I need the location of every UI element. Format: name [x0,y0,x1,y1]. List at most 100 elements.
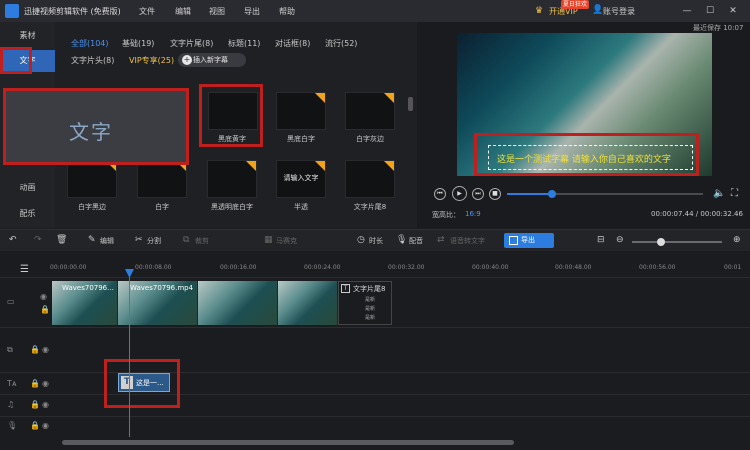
crown-icon: ♛ [535,6,544,16]
vip-corner-icon [315,161,325,171]
speaker-icon[interactable]: ◉ [42,421,49,430]
dub-button[interactable]: 配音 [409,236,423,246]
clip-frame [198,281,278,325]
text-clip-line: 是新 [365,306,376,312]
text-clip-line: 是新 [365,315,376,321]
template-thumb[interactable] [67,160,117,198]
template-thumb[interactable] [345,92,395,130]
lock-icon[interactable]: 🔒 [30,421,40,430]
timeline-scrollbar[interactable] [62,440,514,445]
category-basic[interactable]: 基础(19) [122,38,154,49]
mosaic-icon[interactable]: ▦ [264,235,273,245]
highlight-box [0,47,32,74]
category-vip[interactable]: VIP专享(25) [129,55,174,66]
add-track-icon[interactable]: ☰ [20,264,29,275]
speaker-icon[interactable]: ◉ [42,400,49,409]
ruler-tick: 00:00:16.00 [220,264,257,271]
music-track-icon: ♫ [7,400,15,409]
template-label: 黑底白字 [287,135,315,143]
tab-material[interactable]: 素材 [0,25,55,47]
text-track-icon: Tᴀ [7,379,17,388]
category-outro[interactable]: 文字片尾(8) [170,38,213,49]
next-frame-icon[interactable]: ⏭ [472,188,484,200]
template-label: 白字黑边 [78,203,106,211]
login-button[interactable]: 账号登录 [603,6,635,17]
lock-icon[interactable]: 🔒 [30,400,40,409]
category-intro[interactable]: 文字片头(8) [71,55,114,66]
minimize-icon[interactable]: — [680,4,694,18]
zoom-out-icon[interactable]: ⊖ [616,235,624,245]
panel-scrollbar[interactable] [408,97,413,111]
edit-icon[interactable]: ✎ [88,235,96,245]
menu-view[interactable]: 视图 [209,6,225,17]
mosaic-button[interactable]: 马赛克 [276,236,297,246]
highlight-box [104,359,180,408]
delete-icon[interactable]: 🗑 [56,235,67,245]
edit-button[interactable]: 编辑 [100,236,114,246]
category-popular[interactable]: 流行(52) [325,38,357,49]
category-all[interactable]: 全部(104) [71,38,109,49]
ruler-tick: 00:01 [724,264,742,271]
ruler-tick: 00:00:48.00 [555,264,592,271]
text-outro-clip[interactable]: T 文字片尾8 是新 是新 是新 [338,281,392,325]
lock-icon[interactable]: 🔒 [30,379,40,388]
zoom-slider-handle[interactable] [657,238,665,246]
close-icon[interactable]: ✕ [726,4,740,18]
template-label: 白字 [155,203,169,211]
lock-icon[interactable]: 🔒 [40,305,50,314]
fit-screen-icon[interactable]: ⊟ [597,235,605,245]
fullscreen-icon[interactable]: ⛶ [731,188,738,199]
template-thumb[interactable]: 请输入文字 [276,160,326,198]
eye-icon[interactable]: ◉ [42,345,49,354]
menu-file[interactable]: 文件 [139,6,155,17]
progress-fill [507,193,553,195]
volume-icon[interactable]: 🔈 [713,188,725,199]
export-button[interactable]: 导出 [504,233,554,248]
menu-help[interactable]: 帮助 [279,6,295,17]
play-icon[interactable]: ▶ [452,186,467,201]
insert-subtitle-button[interactable]: + 插入新字幕 [178,53,246,67]
speech-to-text-icon[interactable]: ⇄ [437,235,445,245]
stop-icon[interactable]: ■ [489,188,501,200]
tab-music[interactable]: 配乐 [0,203,55,225]
speech-to-text-button[interactable]: 语音转文字 [450,236,485,246]
lock-icon[interactable]: 🔒 [30,345,40,354]
promo-badge: 夏日狂欢 [561,0,590,9]
prev-frame-icon[interactable]: ⏮ [434,188,446,200]
maximize-icon[interactable]: ☐ [703,4,717,18]
eye-icon[interactable]: ◉ [42,379,49,388]
zoom-in-icon[interactable]: ⊕ [733,235,741,245]
vip-corner-icon [315,93,325,103]
aspect-ratio-select[interactable]: 16:9 [465,210,481,218]
eye-icon[interactable]: ◉ [40,292,47,301]
export-icon [509,236,518,245]
template-thumb[interactable] [276,92,326,130]
preview-subtitle[interactable]: 这是一个测试字幕 请输入你自己喜欢的文字 [497,152,671,165]
template-thumb[interactable] [137,160,187,198]
duration-button[interactable]: 时长 [369,236,383,246]
template-thumb[interactable] [207,160,257,198]
category-title[interactable]: 标题(11) [228,38,260,49]
clock-icon[interactable]: ◷ [357,235,365,245]
playhead-line[interactable] [129,271,130,437]
text-clip-icon: T [341,284,350,293]
vip-corner-icon [384,161,394,171]
crop-button[interactable]: 裁剪 [195,236,209,246]
undo-icon[interactable]: ↶ [9,235,17,245]
ruler-tick: 00:00:08.00 [135,264,172,271]
pip-track-icon: ⧉ [7,345,13,354]
split-icon[interactable]: ✂ [135,235,143,245]
mic-icon[interactable]: 🎙 [396,235,407,245]
template-zoom-preview: 文字 [3,88,189,165]
menu-edit[interactable]: 编辑 [175,6,191,17]
video-track-icon: ▭ [7,297,15,306]
template-thumb[interactable] [345,160,395,198]
zoom-slider[interactable] [632,241,722,243]
redo-icon[interactable]: ↷ [34,235,42,245]
menu-export[interactable]: 导出 [244,6,260,17]
split-button[interactable]: 分割 [147,236,161,246]
tab-animation[interactable]: 动画 [0,177,55,199]
crop-icon[interactable]: ⧉ [183,235,189,245]
category-dialog[interactable]: 对话框(8) [275,38,310,49]
template-label: 白字灰边 [356,135,384,143]
